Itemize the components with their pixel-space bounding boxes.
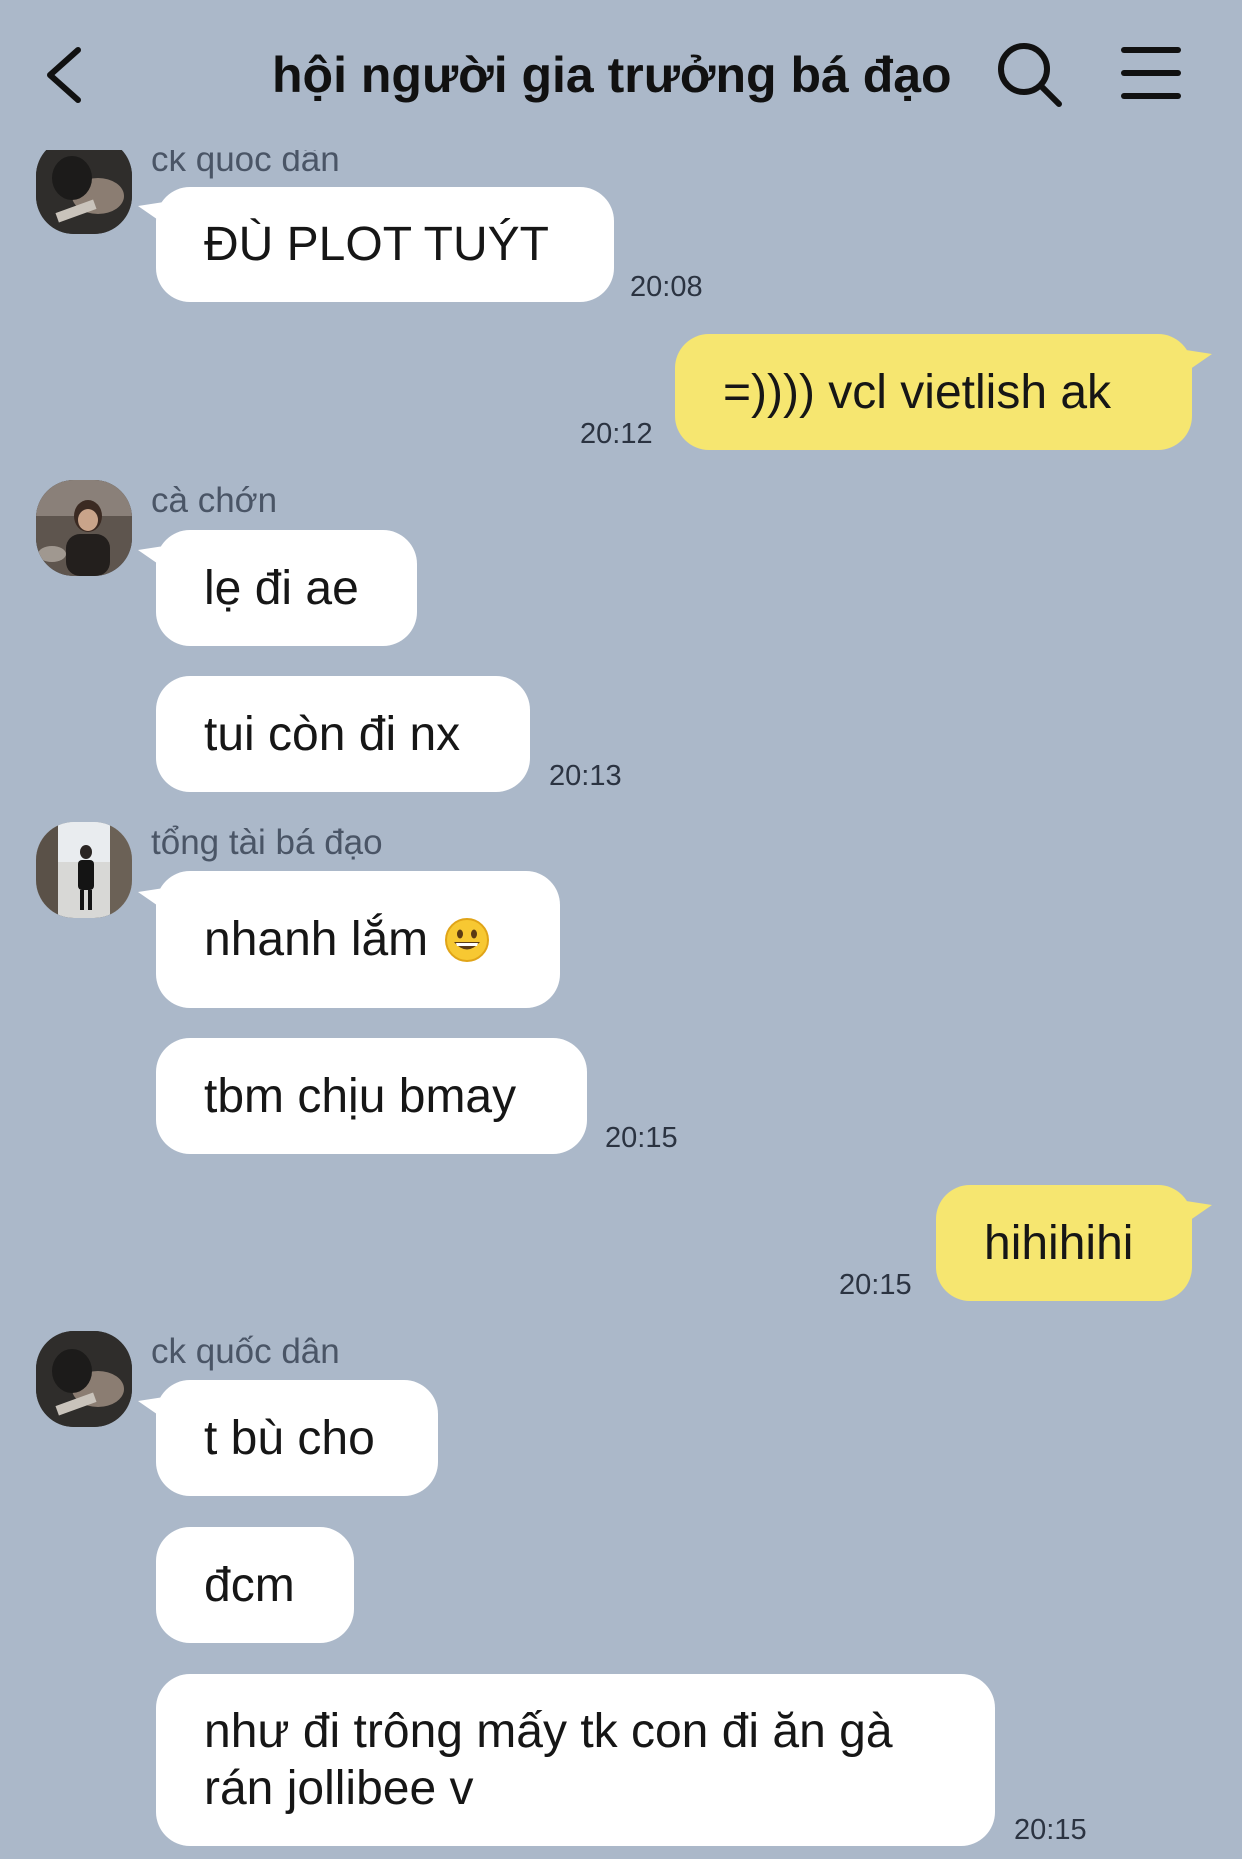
avatar-photo <box>36 822 132 918</box>
sender-name: ck quốc dân <box>151 1332 340 1371</box>
message-bubble-outgoing[interactable]: =)))) vcl vietlish ak <box>675 334 1192 450</box>
avatar[interactable] <box>36 822 132 918</box>
message-bubble[interactable]: như đi trông mấy tk con đi ăn gà rán jol… <box>156 1674 995 1846</box>
message-bubble-outgoing[interactable]: hihihihi <box>936 1185 1192 1301</box>
message-bubble[interactable]: tui còn đi nx <box>156 676 530 792</box>
chat-header: hội người gia trưởng bá đạo <box>0 0 1242 150</box>
message-bubble[interactable]: nhanh lắm <box>156 871 560 1008</box>
menu-button[interactable] <box>1120 40 1182 106</box>
back-button[interactable] <box>40 42 90 108</box>
grinning-face-emoji-icon <box>445 917 490 962</box>
avatar[interactable] <box>36 480 132 576</box>
avatar[interactable] <box>36 1331 132 1427</box>
message-time: 20:15 <box>605 1122 678 1154</box>
message-time: 20:15 <box>839 1269 912 1301</box>
avatar-photo <box>36 1331 132 1427</box>
message-text: nhanh lắm <box>204 913 429 966</box>
message-time: 20:15 <box>1014 1814 1087 1846</box>
bubble-tail <box>1186 1201 1212 1223</box>
chevron-left-icon <box>47 47 81 103</box>
message-bubble[interactable]: tbm chịu bmay <box>156 1038 587 1154</box>
message-bubble[interactable]: t bù cho <box>156 1380 438 1496</box>
message-time: 20:12 <box>580 418 653 450</box>
avatar[interactable] <box>36 138 132 234</box>
search-button[interactable] <box>993 38 1065 110</box>
hamburger-menu-icon <box>1121 47 1181 99</box>
message-bubble[interactable]: lẹ đi ae <box>156 530 417 646</box>
avatar-photo <box>36 480 132 576</box>
message-time: 20:08 <box>630 271 703 303</box>
message-bubble[interactable]: ĐÙ PLOT TUÝT <box>156 187 614 302</box>
bubble-tail <box>1186 350 1212 372</box>
search-icon <box>998 43 1062 107</box>
message-bubble[interactable]: đcm <box>156 1527 354 1643</box>
sender-name: cà chớn <box>151 481 278 520</box>
message-time: 20:13 <box>549 760 622 792</box>
avatar-photo <box>36 138 132 234</box>
sender-name: tổng tài bá đạo <box>151 823 383 862</box>
chat-title: hội người gia trưởng bá đạo <box>272 47 952 103</box>
